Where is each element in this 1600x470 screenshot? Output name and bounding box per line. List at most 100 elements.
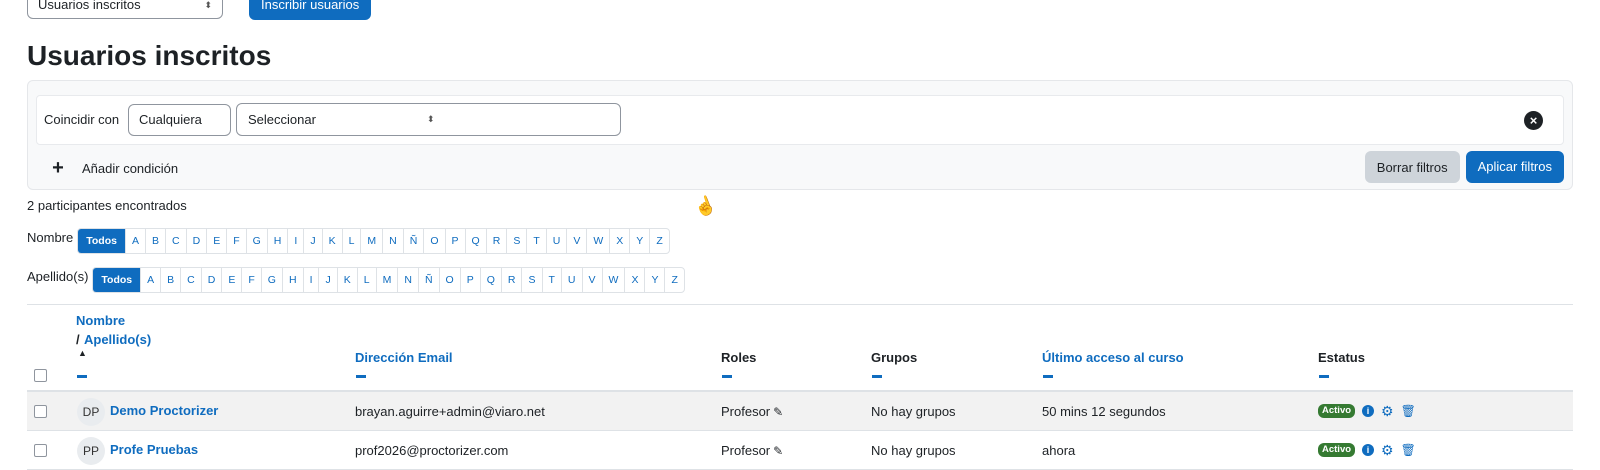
initial-letter[interactable]: M	[377, 268, 399, 292]
initial-letter[interactable]: Ñ	[419, 268, 440, 292]
status-badge: Activo	[1318, 404, 1356, 418]
initial-letter[interactable]: C	[166, 229, 187, 253]
user-email: prof2026@proctorizer.com	[355, 443, 509, 458]
collapse-status-icon[interactable]	[1319, 375, 1329, 378]
initial-letter[interactable]: P	[461, 268, 481, 292]
initial-letter[interactable]: O	[440, 268, 461, 292]
filter-type-value: Seleccionar	[248, 112, 316, 127]
initial-letter[interactable]: N	[398, 268, 419, 292]
initial-letter[interactable]: Z	[665, 268, 683, 292]
initial-letter[interactable]: A	[126, 229, 146, 253]
initial-all[interactable]: Todos	[78, 229, 126, 253]
initial-letter[interactable]: L	[343, 229, 362, 253]
select-all-checkbox[interactable]	[34, 369, 47, 382]
initial-letter[interactable]: B	[161, 268, 182, 292]
first-name-initials-bar: Nombre Todos ABCDEFGHIJKLMNÑOPQRSTUVWXYZ	[27, 228, 670, 254]
initial-letter[interactable]: X	[610, 229, 631, 253]
add-condition-label: Añadir condición	[82, 161, 179, 176]
initial-letter[interactable]: K	[338, 268, 358, 292]
initial-letter[interactable]: S	[507, 229, 528, 253]
last-name-initials-bar: Apellido(s) Todos ABCDEFGHIJKLMNÑOPQRSTU…	[27, 267, 685, 293]
initial-letter[interactable]: B	[146, 229, 166, 253]
collapse-name-icon[interactable]	[77, 375, 87, 378]
separator-text: /	[76, 332, 80, 347]
initial-letter[interactable]: Q	[466, 229, 487, 253]
initial-letter[interactable]: T	[527, 229, 547, 253]
initial-letter[interactable]: E	[207, 229, 228, 253]
user-roles: Profesor ✎	[721, 443, 783, 458]
collapse-groups-icon[interactable]	[872, 375, 882, 378]
initial-letter[interactable]: R	[502, 268, 523, 292]
initial-letter[interactable]: N	[383, 229, 404, 253]
initial-letter[interactable]: D	[202, 268, 223, 292]
initial-letter[interactable]: W	[587, 229, 611, 253]
initial-letter[interactable]: G	[247, 229, 268, 253]
initial-letter[interactable]: I	[288, 229, 305, 253]
initial-letter[interactable]: P	[446, 229, 466, 253]
initial-letter[interactable]: D	[187, 229, 208, 253]
clear-filters-button[interactable]: Borrar filtros	[1364, 151, 1460, 183]
initial-letter[interactable]: A	[141, 268, 162, 292]
apply-filters-button[interactable]: Aplicar filtros	[1465, 151, 1564, 183]
initial-letter[interactable]: J	[304, 229, 323, 253]
filter-type-select[interactable]: Seleccionar ⬍	[236, 103, 621, 136]
gear-icon[interactable]: ⚙	[1381, 404, 1394, 418]
initial-letter[interactable]: V	[567, 229, 588, 253]
user-name-link[interactable]: Demo Proctorizer	[110, 403, 218, 418]
collapse-email-icon[interactable]	[356, 375, 366, 378]
initial-letter[interactable]: Ñ	[404, 229, 425, 253]
trash-icon[interactable]: 🗑	[1401, 405, 1416, 417]
sort-last-name[interactable]: Apellido(s)	[84, 332, 151, 347]
user-name-link[interactable]: Profe Pruebas	[110, 442, 198, 457]
user-last-access: 50 mins 12 segundos	[1042, 404, 1166, 419]
row-checkbox[interactable]	[34, 444, 47, 457]
initial-letter[interactable]: U	[562, 268, 583, 292]
initial-letter[interactable]: F	[242, 268, 262, 292]
initial-letter[interactable]: X	[625, 268, 646, 292]
initial-letter[interactable]: Z	[650, 229, 668, 253]
initial-letter[interactable]: F	[227, 229, 247, 253]
initial-letter[interactable]: M	[361, 229, 384, 253]
enrol-users-button[interactable]: Inscribir usuarios	[249, 0, 372, 20]
filter-panel: Coincidir con Cualquiera Seleccionar ⬍ ×…	[27, 80, 1573, 190]
row-checkbox[interactable]	[34, 405, 47, 418]
initial-letter[interactable]: H	[283, 268, 304, 292]
initial-all[interactable]: Todos	[93, 268, 142, 292]
pencil-icon[interactable]: ✎	[773, 405, 783, 419]
plus-icon: +	[52, 157, 64, 179]
initial-letter[interactable]: T	[543, 268, 562, 292]
gear-icon[interactable]: ⚙	[1381, 443, 1394, 457]
initial-letter[interactable]: R	[487, 229, 508, 253]
add-condition-button[interactable]: + Añadir condición	[48, 157, 178, 180]
initial-letter[interactable]: V	[583, 268, 603, 292]
initial-letter[interactable]: S	[522, 268, 543, 292]
user-roles: Profesor ✎	[721, 404, 783, 419]
sort-first-name[interactable]: Nombre	[76, 313, 125, 328]
initial-letter[interactable]: U	[547, 229, 568, 253]
match-select[interactable]: Cualquiera	[128, 104, 231, 136]
info-icon[interactable]: i	[1362, 405, 1375, 417]
initial-letter[interactable]: K	[323, 229, 343, 253]
collapse-last-access-icon[interactable]	[1043, 375, 1053, 378]
enrol-method-select[interactable]: Usuarios inscritos ⬍	[27, 0, 223, 19]
initial-letter[interactable]: H	[268, 229, 289, 253]
initial-letter[interactable]: Y	[645, 268, 666, 292]
initial-letter[interactable]: W	[603, 268, 626, 292]
sort-email[interactable]: Dirección Email	[355, 350, 453, 365]
collapse-roles-icon[interactable]	[722, 375, 732, 378]
close-circle-icon[interactable]: ×	[1524, 111, 1543, 130]
pencil-icon[interactable]: ✎	[773, 444, 783, 458]
initial-letter[interactable]: G	[262, 268, 283, 292]
initial-letter[interactable]: O	[424, 229, 446, 253]
info-icon[interactable]: i	[1362, 444, 1375, 456]
status-cell: Activo i ⚙ 🗑	[1318, 404, 1416, 418]
sort-last-access[interactable]: Último acceso al curso	[1042, 350, 1184, 365]
initial-letter[interactable]: L	[358, 268, 377, 292]
initial-letter[interactable]: J	[319, 268, 338, 292]
initial-letter[interactable]: C	[181, 268, 202, 292]
trash-icon[interactable]: 🗑	[1401, 444, 1416, 456]
initial-letter[interactable]: E	[222, 268, 243, 292]
initial-letter[interactable]: I	[304, 268, 320, 292]
initial-letter[interactable]: Y	[630, 229, 651, 253]
initial-letter[interactable]: Q	[481, 268, 502, 292]
